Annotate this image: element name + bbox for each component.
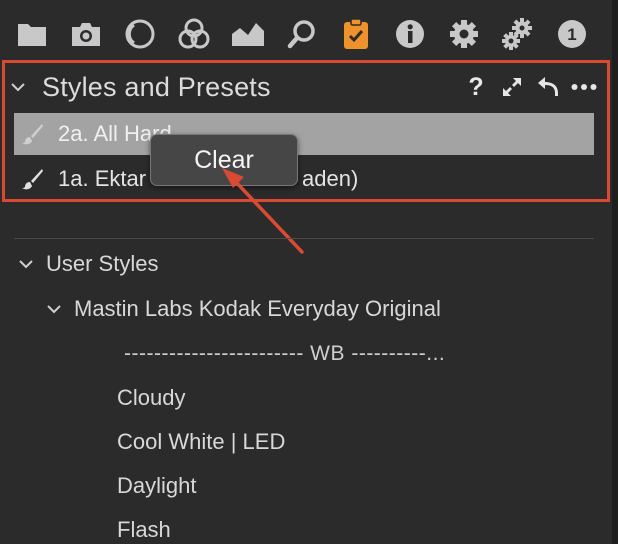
brush-icon [22,124,43,145]
camera-capture-icon[interactable] [68,16,104,52]
preset-label-suffix: aden) [302,166,359,191]
panel-header-tools: ? [458,72,602,102]
chevron-down-icon[interactable] [10,79,26,95]
reset-arrow-icon [538,77,558,96]
tree-node-style-group[interactable]: Mastin Labs Kodak Everyday Original [46,291,441,327]
batch-gears-icon[interactable] [500,16,536,52]
tool-tabs-bar: 1 [0,0,612,64]
badge-one-icon[interactable]: 1 [554,16,590,52]
panel-title: Styles and Presets [42,71,271,102]
chevron-down-icon[interactable] [18,256,34,272]
brush-icon [22,169,43,190]
search-loupe-icon[interactable] [284,16,320,52]
styles-presets-header[interactable]: Styles and Presets [10,72,271,102]
library-folder-icon[interactable] [14,16,50,52]
more-dots-icon [571,84,597,90]
adjustments-clipboard-icon[interactable] [338,16,374,52]
style-item-label: Daylight [117,473,197,498]
style-item[interactable]: Cool White | LED [117,424,285,460]
more-options-button[interactable] [566,72,602,102]
separator-item: ------------------------ WB ----------..… [124,336,445,372]
style-item[interactable]: Flash [117,512,171,544]
badge-one-text: 1 [567,25,576,44]
tree-label: User Styles [46,251,159,276]
reset-button[interactable] [530,72,566,102]
scrollbar-track[interactable] [612,0,618,544]
style-item-label: Flash [117,517,171,542]
style-item[interactable]: Cloudy [117,380,185,416]
chevron-down-icon[interactable] [46,301,62,317]
lens-icon[interactable] [122,16,158,52]
help-icon: ? [468,72,484,101]
info-icon[interactable] [392,16,428,52]
settings-gear-icon[interactable] [446,16,482,52]
section-divider [14,238,594,239]
style-item-label: Cool White | LED [117,429,286,454]
exposure-histogram-icon[interactable] [230,16,266,52]
style-item-label: Cloudy [117,385,186,410]
color-circles-icon[interactable] [176,16,212,52]
preset-label: 1a. Ektar [58,166,147,191]
wb-separator-label: ------------------------ WB ----------..… [124,342,446,365]
expand-icon [503,78,521,96]
style-item[interactable]: Daylight [117,468,196,504]
clear-button[interactable]: Clear [150,134,298,186]
help-button[interactable]: ? [458,72,494,102]
preset-row-selected[interactable]: 2a. All Hard [14,113,594,155]
tree-node-user-styles[interactable]: User Styles [18,246,158,282]
expand-button[interactable] [494,72,530,102]
preset-row[interactable]: 1a. Ektar aden) [14,158,594,200]
tree-label: Mastin Labs Kodak Everyday Original [74,296,441,321]
